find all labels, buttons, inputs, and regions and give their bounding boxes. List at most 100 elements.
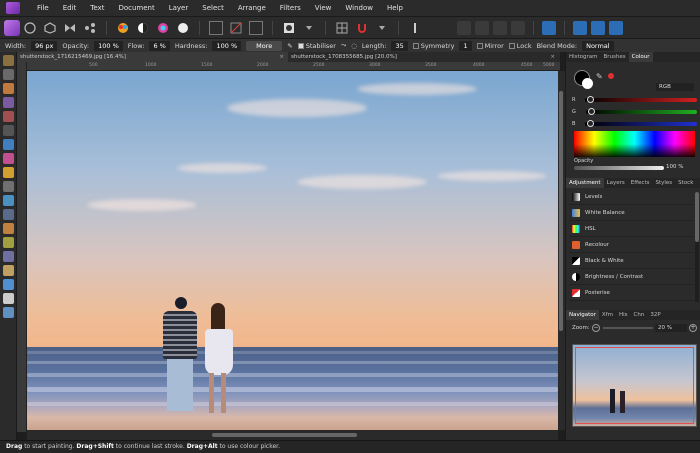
mirror-toggle[interactable]: Mirror <box>476 42 504 50</box>
selection-rect-icon[interactable] <box>209 20 223 35</box>
menu-help[interactable]: Help <box>380 4 410 12</box>
menu-file[interactable]: File <box>30 4 56 12</box>
tab-adjustment[interactable]: Adjustment <box>566 178 604 188</box>
colour-spectrum[interactable] <box>574 131 695 157</box>
align-center-icon[interactable] <box>475 20 489 35</box>
scrollbar-thumb[interactable] <box>212 433 357 437</box>
mirror-checkbox[interactable] <box>476 42 483 49</box>
slider-knob[interactable] <box>587 96 595 103</box>
liquify-persona-icon[interactable] <box>23 21 37 35</box>
blue-slider[interactable]: B <box>572 120 697 128</box>
crop-tool-icon[interactable] <box>3 111 14 122</box>
symmetry-field[interactable]: 1 <box>459 40 472 51</box>
tab-effects[interactable]: Effects <box>628 178 653 188</box>
adjustment-hsl[interactable]: HSL <box>569 222 693 237</box>
tab-document-2[interactable]: shutterstock_1708355685.jpg [20.0%] × <box>288 52 559 62</box>
slider-knob[interactable] <box>587 108 595 115</box>
secondary-colour-swatch[interactable] <box>582 78 593 89</box>
clone-brush-tool-icon[interactable] <box>3 223 14 234</box>
quick-mask-icon[interactable] <box>282 21 296 35</box>
colour-model-select[interactable]: RGB <box>656 83 694 91</box>
red-eye-tool-icon[interactable] <box>3 251 14 262</box>
navigator-view-frame[interactable] <box>575 347 694 424</box>
shape-tool-icon[interactable] <box>3 279 14 290</box>
tab-layers[interactable]: Layers <box>604 178 628 188</box>
slider-knob[interactable] <box>587 120 595 127</box>
artistic-text-tool-icon[interactable] <box>3 293 14 304</box>
healing-brush-tool-icon[interactable] <box>3 237 14 248</box>
auto-levels-icon[interactable] <box>116 21 130 35</box>
horizontal-scrollbar[interactable] <box>27 430 558 440</box>
slider-track[interactable] <box>585 96 697 103</box>
opacity-value[interactable]: 100 % <box>666 164 683 170</box>
scrollbar-thumb[interactable] <box>559 91 563 331</box>
width-field[interactable]: 96 px <box>31 40 58 51</box>
zoom-slider[interactable] <box>603 327 653 329</box>
invert-selection-icon[interactable] <box>249 20 263 35</box>
menu-filters[interactable]: Filters <box>273 4 308 12</box>
arrange-back-icon[interactable] <box>573 20 587 35</box>
zoom-tool-icon[interactable] <box>3 307 14 318</box>
align-top-icon[interactable] <box>511 20 525 35</box>
adjustment-black-white[interactable]: Black & White <box>569 254 693 269</box>
tab-brushes[interactable]: Brushes <box>601 52 629 62</box>
colour-picker-tool-icon[interactable] <box>3 83 14 94</box>
rope-mode-icon[interactable]: ⤳ <box>341 41 346 50</box>
tab-32p[interactable]: 32P <box>647 310 663 320</box>
auto-colours-icon[interactable] <box>156 21 170 35</box>
paint-brush-tool-icon[interactable] <box>3 167 14 178</box>
horizontal-ruler[interactable]: 500 1000 1500 2000 2500 3000 3500 4000 4… <box>27 62 560 71</box>
deselect-icon[interactable] <box>229 21 243 35</box>
tab-colour[interactable]: Colour <box>628 52 653 62</box>
tab-stock[interactable]: Stock <box>675 178 696 188</box>
close-icon[interactable]: × <box>279 52 284 62</box>
slider-track[interactable] <box>585 120 697 127</box>
menu-document[interactable]: Document <box>111 4 161 12</box>
tab-document-1[interactable]: shutterstock_1716215469.jpg [16.4%] × <box>17 52 288 62</box>
dodge-brush-tool-icon[interactable] <box>3 195 14 206</box>
tone-mapping-persona-icon[interactable] <box>63 21 77 35</box>
gradient-tool-icon[interactable] <box>3 153 14 164</box>
paint-mixer-tool-icon[interactable] <box>3 97 14 108</box>
zoom-in-icon[interactable]: + <box>689 324 697 332</box>
stabiliser-toggle[interactable]: Stabiliser <box>297 42 336 50</box>
export-persona-icon[interactable] <box>83 21 97 35</box>
zoom-value-field[interactable]: 20 % <box>655 324 687 332</box>
more-button[interactable]: More <box>246 40 283 51</box>
grid-icon[interactable] <box>335 21 349 35</box>
photo-persona-icon[interactable] <box>4 19 20 36</box>
pen-tool-icon[interactable] <box>3 265 14 276</box>
opacity-field[interactable]: 100 % <box>94 40 123 51</box>
colour-picker-icon[interactable]: ✎ <box>596 72 603 81</box>
hardness-field[interactable]: 100 % <box>212 40 242 51</box>
adjustment-scrollbar[interactable] <box>695 192 699 302</box>
arrange-forward-icon[interactable] <box>591 20 605 35</box>
zoom-out-icon[interactable]: − <box>592 324 600 332</box>
tab-styles[interactable]: Styles <box>652 178 675 188</box>
navigator-preview[interactable] <box>572 344 697 427</box>
view-tool-icon[interactable] <box>3 55 14 66</box>
tab-transform[interactable]: Xfm <box>599 310 616 320</box>
dropdown-chevron-icon[interactable] <box>302 21 316 35</box>
brush-preview-icon[interactable] <box>408 21 422 35</box>
recent-colour-swatch[interactable] <box>608 73 614 79</box>
move-tool-icon[interactable] <box>3 69 14 80</box>
symmetry-toggle[interactable]: Symmetry <box>412 42 454 50</box>
symmetry-checkbox[interactable] <box>412 42 419 49</box>
snapping-magnet-icon[interactable] <box>355 21 369 35</box>
menu-edit[interactable]: Edit <box>56 4 84 12</box>
lock-checkbox[interactable] <box>508 42 515 49</box>
selection-brush-tool-icon[interactable] <box>3 125 14 136</box>
vertical-ruler[interactable] <box>17 62 27 432</box>
menu-view[interactable]: View <box>308 4 339 12</box>
assistant-manager-icon[interactable] <box>542 20 556 35</box>
brush-icon[interactable]: ✎ <box>287 42 292 50</box>
affinity-photo-logo[interactable] <box>6 2 20 14</box>
tab-histogram[interactable]: Histogram <box>566 52 601 62</box>
close-icon[interactable]: × <box>550 52 555 62</box>
menu-layer[interactable]: Layer <box>162 4 196 12</box>
flow-field[interactable]: 6 % <box>149 40 170 51</box>
opacity-slider[interactable] <box>574 166 664 170</box>
adjustment-brightness-contrast[interactable]: Brightness / Contrast <box>569 270 693 285</box>
tab-history[interactable]: His <box>616 310 631 320</box>
